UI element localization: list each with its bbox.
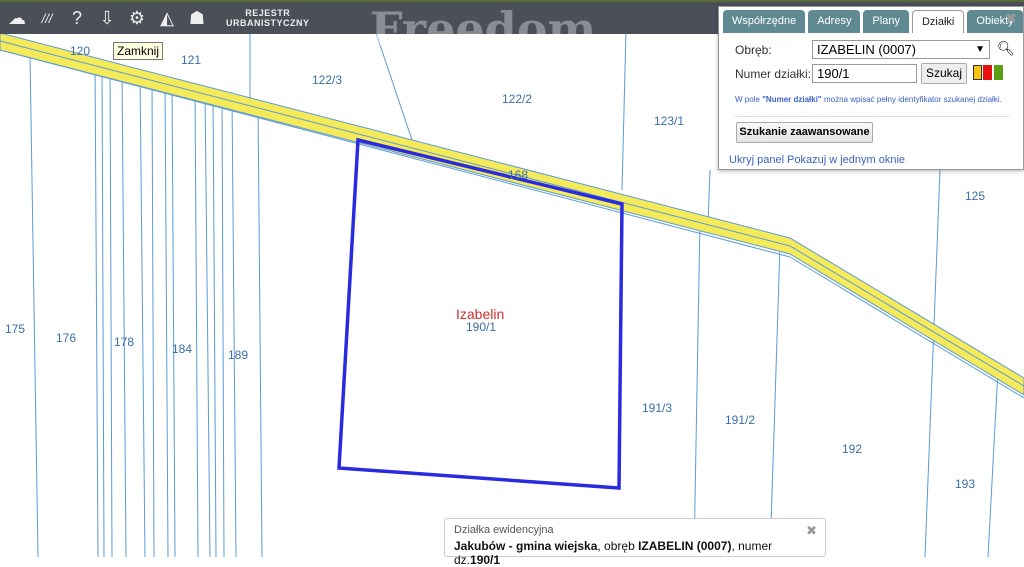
brand-line1: REJESTR: [245, 8, 291, 18]
panel-tabs: Współrzędne Adresy Plany Działki Obiekty: [719, 7, 1023, 33]
parcel-label: 123/1: [654, 114, 685, 128]
obreb-value: IZABELIN (0007): [817, 42, 916, 57]
tooltip: Zamknij: [113, 42, 164, 60]
brand-logo: REJESTR URBANISTYCZNY: [226, 8, 310, 28]
help-icon[interactable]: ?: [66, 8, 88, 29]
parcel-label: 125: [965, 189, 986, 203]
measure-icon[interactable]: ◭: [156, 8, 178, 29]
info-numer: 190/1: [470, 553, 501, 567]
color-swatch-yellow[interactable]: [973, 65, 982, 80]
settings-gears-icon[interactable]: ⚙: [126, 8, 148, 29]
parcel-label: 122/2: [502, 92, 533, 106]
parcel-label: 176: [56, 331, 77, 345]
tab-plany[interactable]: Plany: [863, 10, 909, 33]
parcel-info-box: ✖ Działka ewidencyjna Jakubów - gmina wi…: [444, 518, 826, 567]
hide-panel-link[interactable]: Ukryj panel: [729, 154, 784, 166]
divider: [735, 116, 1009, 117]
parcel-label: 175: [5, 322, 26, 336]
hint-suffix: można wpisać pełny identyfikator szukane…: [821, 95, 1002, 104]
map-shape-icon[interactable]: ☁: [6, 8, 28, 29]
close-icon[interactable]: ✖: [1005, 10, 1017, 27]
numer-dzialki-input[interactable]: [812, 64, 917, 83]
info-title: Działka ewidencyjna: [454, 524, 554, 536]
parcel-label: 191/3: [642, 401, 673, 415]
tab-wspolrzedne[interactable]: Współrzędne: [723, 10, 806, 33]
user-chat-icon[interactable]: ☗: [186, 8, 208, 29]
hint-bold: "Numer działki": [762, 95, 822, 104]
hint-prefix: W pole: [735, 95, 763, 104]
numer-label: Numer działki:: [735, 67, 812, 81]
color-swatch-red[interactable]: [983, 65, 992, 80]
obreb-select[interactable]: IZABELIN (0007) ▼: [812, 40, 990, 59]
selected-parcel-label: 190/1: [466, 320, 497, 334]
parcel-label: 122/3: [312, 73, 343, 87]
tab-adresy[interactable]: Adresy: [808, 10, 861, 33]
info-place: Jakubów - gmina wiejska: [454, 539, 598, 553]
close-icon[interactable]: ✖: [806, 523, 817, 539]
hint-text: W pole "Numer działki" można wpisać pełn…: [735, 95, 1002, 104]
parcel-label: 178: [114, 335, 135, 349]
info-obreb-text: , obręb: [597, 539, 639, 553]
advanced-search-button[interactable]: Szukanie zaawansowane: [736, 122, 873, 143]
search-button[interactable]: Szukaj: [921, 63, 967, 84]
obreb-label: Obręb:: [735, 43, 772, 57]
info-obreb: IZABELIN (0007): [638, 539, 732, 553]
search-panel: Współrzędne Adresy Plany Działki Obiekty…: [718, 6, 1024, 170]
parcel-label: 121: [181, 53, 202, 67]
parcel-label: 168: [508, 168, 529, 182]
parcel-label: 191/2: [725, 413, 756, 427]
search-icon[interactable]: 🔍︎: [997, 40, 1015, 57]
single-window-link[interactable]: Pokazuj w jednym oknie: [787, 154, 905, 166]
chevron-down-icon: ▼: [975, 44, 985, 55]
info-details: Jakubów - gmina wiejska, obręb IZABELIN …: [454, 539, 816, 567]
parcel-label: 120: [70, 44, 91, 58]
watermark: Freedom: [370, 2, 597, 56]
parcel-label: 193: [955, 477, 976, 491]
layers-lines-icon[interactable]: ///: [36, 11, 58, 26]
parcel-label: 192: [842, 442, 863, 456]
tab-dzialki[interactable]: Działki: [911, 10, 965, 33]
brand-line2: URBANISTYCZNY: [226, 18, 310, 28]
parcel-label: 189: [228, 348, 249, 362]
cloud-download-icon[interactable]: ⇩: [96, 8, 118, 29]
color-swatch-green[interactable]: [994, 65, 1003, 80]
parcel-label: 184: [172, 342, 193, 356]
